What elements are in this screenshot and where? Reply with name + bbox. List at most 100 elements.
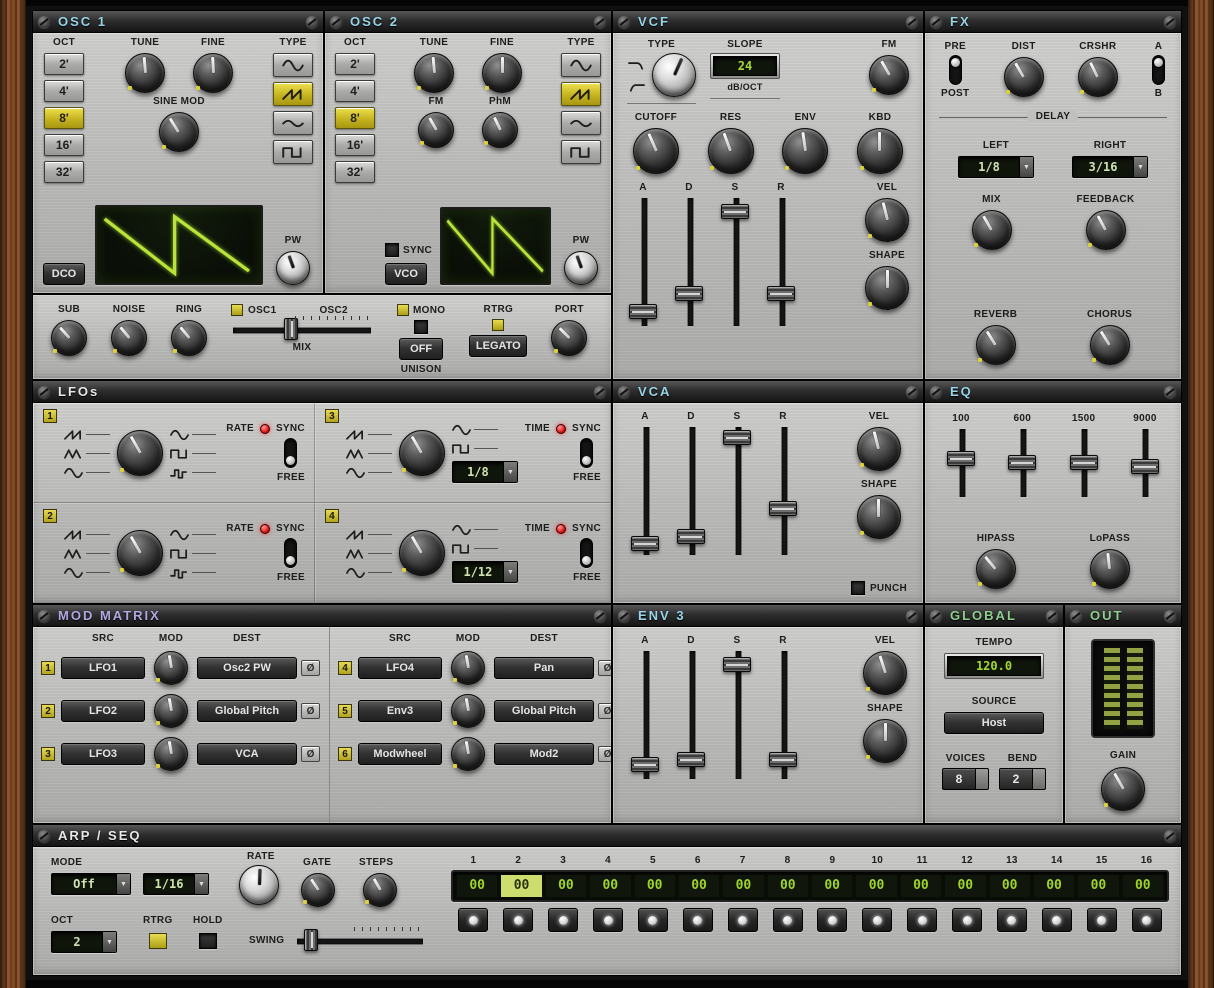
lfo4-wave-sine-icon[interactable] — [346, 566, 365, 578]
lfo3-time-dropdown[interactable]: 1/8▼ — [452, 461, 518, 483]
punch-checkbox[interactable] — [851, 581, 865, 595]
lopass-knob[interactable] — [1090, 549, 1130, 589]
osc1-wave-square-icon[interactable] — [273, 140, 313, 164]
lfo4-time-dropdown[interactable]: 1/12▼ — [452, 561, 518, 583]
voices-stepper-button[interactable] — [976, 768, 989, 790]
arp-rtrg-button[interactable] — [149, 933, 167, 949]
matrix-1-dest-button[interactable]: Osc2 PW — [197, 657, 297, 679]
arp-step-display-3[interactable]: 00 — [546, 875, 586, 897]
unison-off-button[interactable]: OFF — [399, 338, 443, 360]
arp-step-button-12[interactable] — [952, 908, 982, 932]
arp-step-button-3[interactable] — [548, 908, 578, 932]
arp-step-display-15[interactable]: 00 — [1078, 875, 1118, 897]
matrix-4-invert-button[interactable]: Ø — [598, 660, 612, 676]
matrix-1-amount-knob[interactable] — [154, 651, 188, 685]
lfo2-wave-sine-icon[interactable] — [170, 528, 189, 540]
chevron-down-icon[interactable]: ▼ — [116, 874, 130, 894]
lfo3-wave-sine-icon[interactable] — [452, 423, 471, 435]
vcf-a-slider[interactable] — [627, 196, 659, 328]
matrix-6-source-button[interactable]: Modwheel — [358, 743, 442, 765]
lfo1-wave-square-icon[interactable] — [170, 447, 189, 459]
osc1-oct-button-8[interactable]: 8' — [44, 107, 84, 129]
lfo4-wave-sine-icon[interactable] — [452, 523, 471, 535]
eq-band-100-slider[interactable] — [945, 427, 977, 499]
arp-gate-knob[interactable] — [301, 873, 335, 907]
arp-step-display-7[interactable]: 00 — [723, 875, 763, 897]
filter-type-knob[interactable] — [652, 53, 696, 97]
vcf-d-slider[interactable] — [673, 196, 705, 328]
rtrg-led[interactable] — [492, 319, 504, 331]
arp-step-display-10[interactable]: 00 — [856, 875, 896, 897]
osc2-oct-button-2[interactable]: 2' — [335, 53, 375, 75]
arp-step-button-4[interactable] — [593, 908, 623, 932]
lfo2-wave-saw-icon[interactable] — [64, 528, 83, 540]
vcf-s-slider[interactable] — [719, 196, 751, 328]
osc2-tune-knob[interactable] — [414, 53, 454, 93]
lfo1-wave-sine-icon[interactable] — [170, 428, 189, 440]
osc2-wave-saw-icon[interactable] — [561, 82, 601, 106]
arp-steps-knob[interactable] — [363, 873, 397, 907]
osc2-phm-knob[interactable] — [482, 112, 518, 148]
arp-rate-knob[interactable] — [239, 865, 279, 905]
matrix-2-invert-button[interactable]: Ø — [301, 703, 320, 719]
arp-step-display-2[interactable]: 00 — [501, 875, 541, 897]
arp-step-display-13[interactable]: 00 — [990, 875, 1030, 897]
bend-value[interactable]: 2 — [999, 768, 1033, 790]
dist-knob[interactable] — [1004, 57, 1044, 97]
vcf-vel-knob[interactable] — [865, 198, 909, 242]
osc2-fine-knob[interactable] — [482, 53, 522, 93]
lfo2-wave-square-icon[interactable] — [170, 547, 189, 559]
matrix-6-amount-knob[interactable] — [451, 737, 485, 771]
env3-d-slider[interactable] — [675, 649, 707, 781]
portamento-knob[interactable] — [551, 320, 587, 356]
legato-button[interactable]: LEGATO — [469, 335, 527, 357]
lfo1-rate-knob[interactable] — [117, 430, 163, 476]
env3-r-slider[interactable] — [767, 649, 799, 781]
mono-checkbox[interactable] — [414, 320, 428, 334]
osc1-pw-knob[interactable] — [276, 251, 310, 285]
osc1-oct-button-32[interactable]: 32' — [44, 161, 84, 183]
osc1-wave-saw-icon[interactable] — [273, 82, 313, 106]
osc1-tune-knob[interactable] — [125, 53, 165, 93]
lfo1-sync-toggle[interactable] — [284, 438, 297, 468]
arp-step-display-12[interactable]: 00 — [945, 875, 985, 897]
lfo1-wave-tri-icon[interactable] — [64, 447, 83, 459]
resonance-knob[interactable] — [708, 128, 754, 174]
matrix-2-dest-button[interactable]: Global Pitch — [197, 700, 297, 722]
env3-shape-knob[interactable] — [863, 719, 907, 763]
cutoff-knob[interactable] — [633, 128, 679, 174]
arp-step-button-9[interactable] — [817, 908, 847, 932]
vca-r-slider[interactable] — [767, 425, 799, 557]
lfo2-rate-knob[interactable] — [117, 530, 163, 576]
chevron-down-icon[interactable]: ▼ — [503, 562, 517, 582]
lfo4-rate-knob[interactable] — [399, 530, 445, 576]
filter-fm-knob[interactable] — [869, 55, 909, 95]
vca-shape-knob[interactable] — [857, 495, 901, 539]
vcf-r-slider[interactable] — [765, 196, 797, 328]
arp-swing-slider[interactable] — [295, 929, 425, 951]
matrix-6-invert-button[interactable]: Ø — [598, 746, 612, 762]
arp-rate-dropdown[interactable]: 1/16 ▼ — [143, 873, 209, 895]
chevron-down-icon[interactable]: ▼ — [503, 462, 517, 482]
lfo1-wave-saw-icon[interactable] — [64, 428, 83, 440]
matrix-4-amount-knob[interactable] — [451, 651, 485, 685]
source-button[interactable]: Host — [944, 712, 1044, 734]
arp-step-button-10[interactable] — [862, 908, 892, 932]
osc2-oct-button-32[interactable]: 32' — [335, 161, 375, 183]
arp-step-button-14[interactable] — [1042, 908, 1072, 932]
env3-s-slider[interactable] — [721, 649, 753, 781]
delay-left-dropdown[interactable]: 1/8 ▼ — [958, 156, 1034, 178]
matrix-1-source-button[interactable]: LFO1 — [61, 657, 145, 679]
lfo1-wave-steps-icon[interactable] — [170, 466, 189, 478]
chevron-down-icon[interactable]: ▼ — [1019, 157, 1033, 177]
matrix-1-invert-button[interactable]: Ø — [301, 660, 320, 676]
osc1-oct-button-4[interactable]: 4' — [44, 80, 84, 102]
reverb-knob[interactable] — [976, 325, 1016, 365]
arp-step-display-8[interactable]: 00 — [768, 875, 808, 897]
matrix-2-amount-knob[interactable] — [154, 694, 188, 728]
osc2-wave-square-icon[interactable] — [561, 140, 601, 164]
lfo3-sync-toggle[interactable] — [580, 438, 593, 468]
kbd-track-knob[interactable] — [857, 128, 903, 174]
vca-a-slider[interactable] — [629, 425, 661, 557]
arp-step-button-16[interactable] — [1132, 908, 1162, 932]
